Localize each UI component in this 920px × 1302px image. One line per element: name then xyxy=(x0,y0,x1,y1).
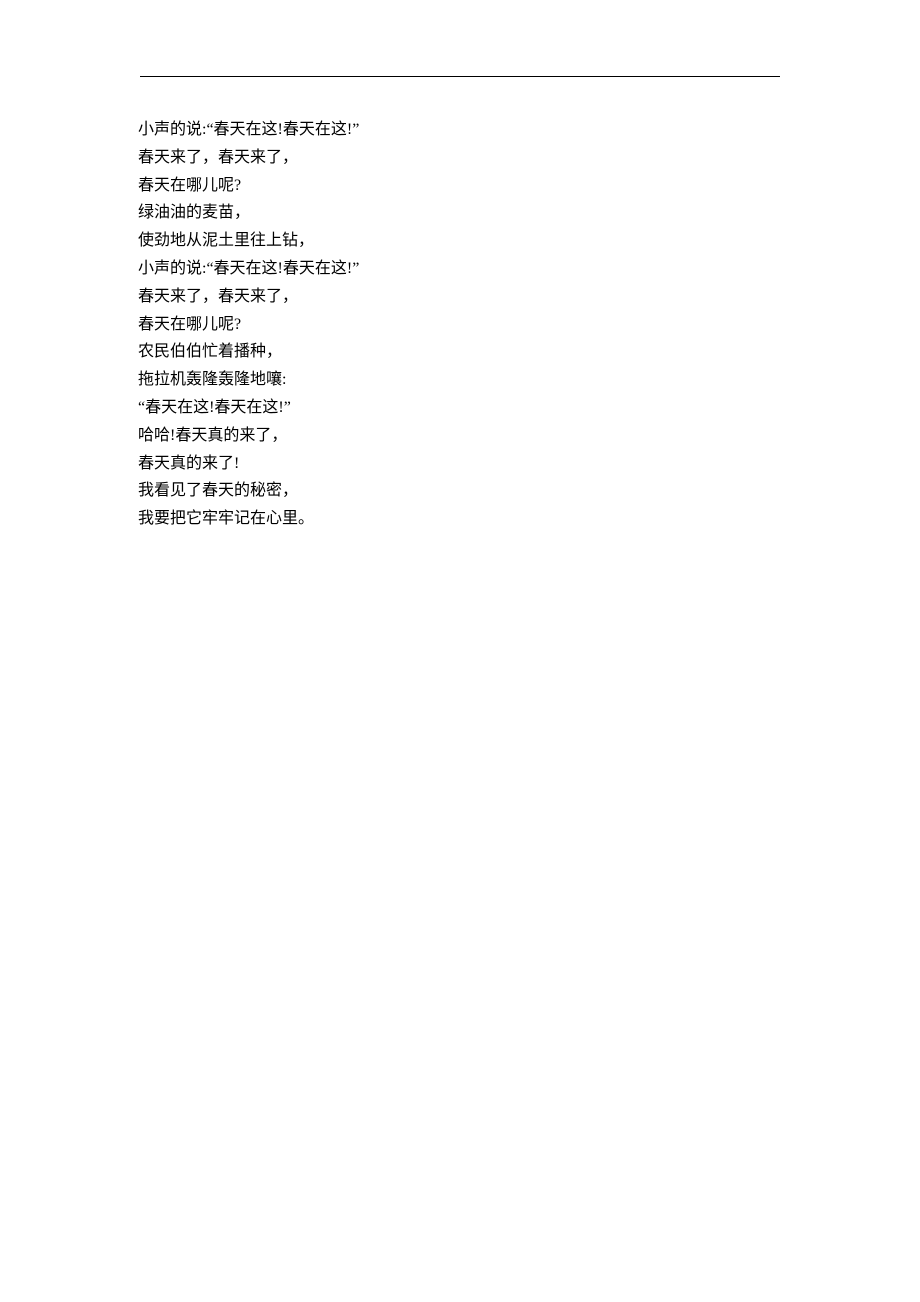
poem-line: 春天来了，春天来了， xyxy=(138,283,778,311)
poem-line: 小声的说:“春天在这!春天在这!” xyxy=(138,116,778,144)
poem-line: 春天在哪儿呢? xyxy=(138,311,778,339)
poem-content: 小声的说:“春天在这!春天在这!” 春天来了，春天来了， 春天在哪儿呢? 绿油油… xyxy=(138,116,778,533)
poem-line: 我要把它牢牢记在心里。 xyxy=(138,505,778,533)
header-rule xyxy=(140,76,780,77)
document-page: 小声的说:“春天在这!春天在这!” 春天来了，春天来了， 春天在哪儿呢? 绿油油… xyxy=(0,0,920,76)
poem-line: 拖拉机轰隆轰隆地嚷: xyxy=(138,366,778,394)
poem-line: 春天来了，春天来了， xyxy=(138,144,778,172)
poem-line: 我看见了春天的秘密， xyxy=(138,477,778,505)
poem-line: “春天在这!春天在这!” xyxy=(138,394,778,422)
poem-line: 小声的说:“春天在这!春天在这!” xyxy=(138,255,778,283)
poem-line: 农民伯伯忙着播种， xyxy=(138,338,778,366)
poem-line: 使劲地从泥土里往上钻， xyxy=(138,227,778,255)
poem-line: 哈哈!春天真的来了， xyxy=(138,422,778,450)
poem-line: 绿油油的麦苗， xyxy=(138,199,778,227)
poem-line: 春天真的来了! xyxy=(138,450,778,478)
poem-line: 春天在哪儿呢? xyxy=(138,172,778,200)
